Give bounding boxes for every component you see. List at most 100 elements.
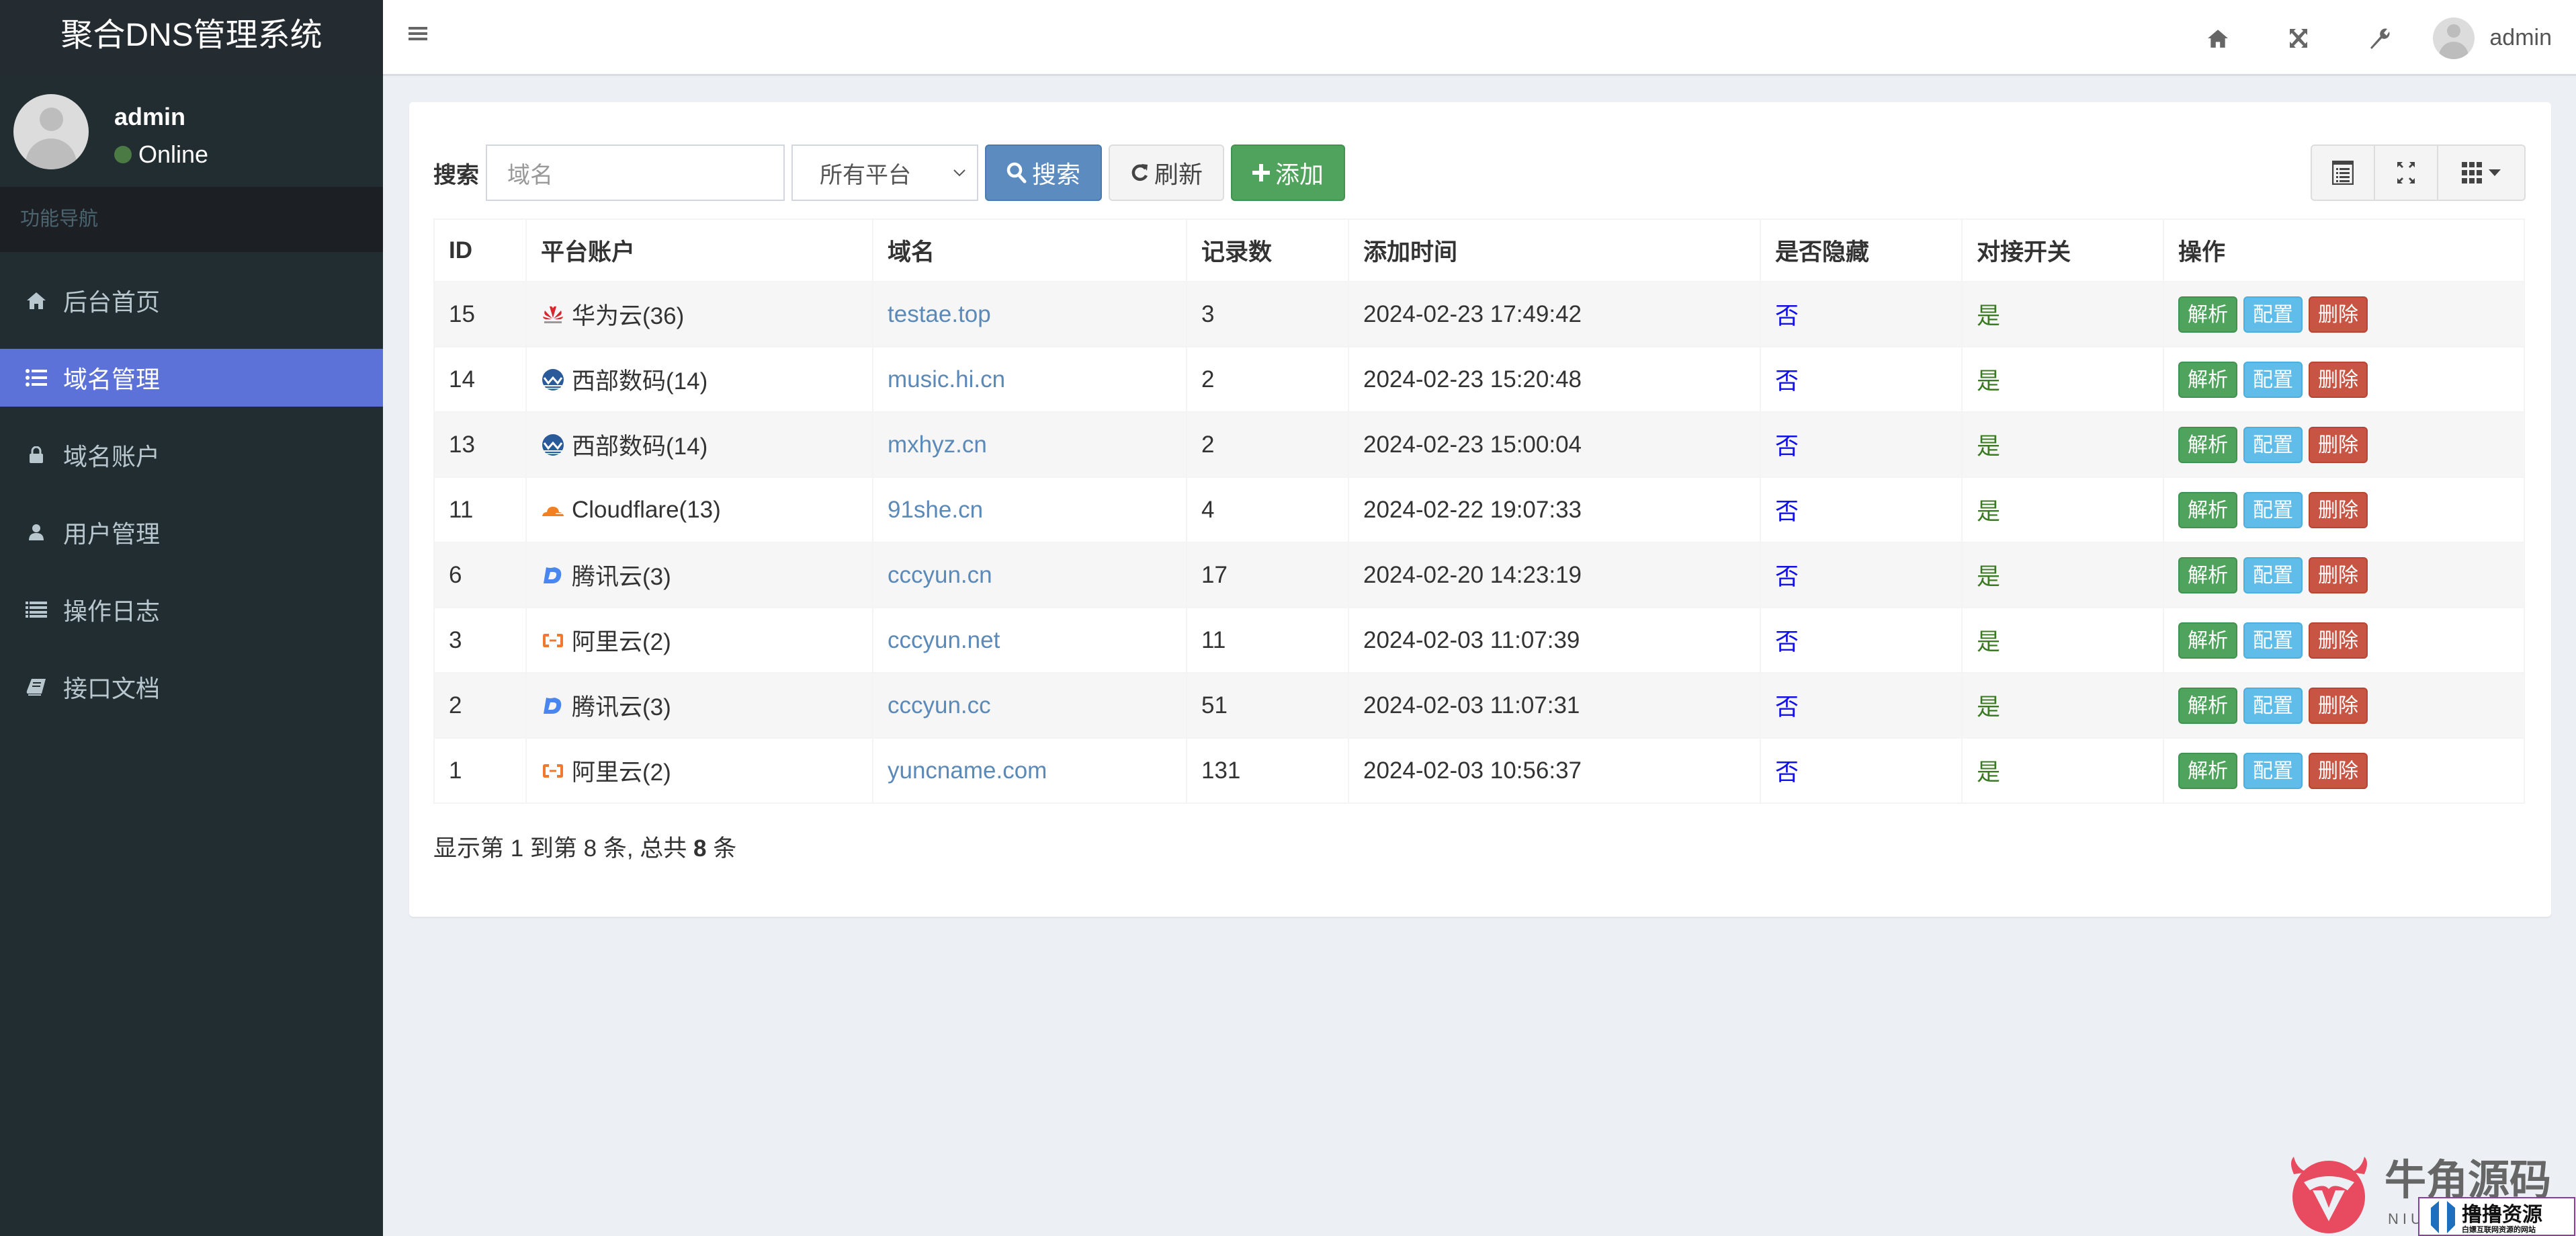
delete-button[interactable]: 删除 [2309, 361, 2368, 398]
column-header-domain[interactable]: 域名 [872, 218, 1187, 282]
column-header-platform[interactable]: 平台账户 [525, 218, 873, 282]
hidden-toggle[interactable]: 否 [1775, 759, 1799, 786]
hidden-toggle[interactable]: 否 [1775, 694, 1799, 720]
cell-platform: 西部数码(14) [525, 346, 873, 413]
enabled-toggle[interactable]: 是 [1977, 303, 2000, 329]
hamburger-icon [409, 27, 427, 40]
resolve-button[interactable]: 解析 [2178, 491, 2237, 528]
column-header-enabled[interactable]: 对接开关 [1961, 218, 2164, 282]
platform-account: 阿里云(2) [572, 629, 671, 655]
delete-button[interactable]: 删除 [2309, 687, 2368, 724]
resolve-button[interactable]: 解析 [2178, 687, 2237, 724]
domain-link[interactable]: cccyun.cn [888, 562, 992, 588]
sidebar-item-user-management[interactable]: 用户管理 [0, 503, 383, 561]
fullscreen-table-button[interactable] [2375, 146, 2438, 200]
search-button[interactable]: 搜索 [985, 145, 1103, 201]
config-button[interactable]: 配置 [2243, 752, 2303, 789]
resolve-button[interactable]: 解析 [2178, 426, 2237, 463]
table-row: 6 腾讯云(3) cccyun.cn 17 2024-02-20 14:23:19 否 是 解… [433, 542, 2525, 608]
list-icon [24, 366, 48, 390]
caret-down-icon [2489, 169, 2501, 176]
domain-link[interactable]: mxhyz.cn [888, 431, 987, 458]
resolve-button[interactable]: 解析 [2178, 361, 2237, 398]
table-body: 15 华为云(36) testae.top 3 2024-02-23 17:49:42 否… [433, 281, 2525, 804]
config-button[interactable]: 配置 [2243, 622, 2303, 659]
cell-id: 11 [433, 477, 527, 543]
cell-records: 2 [1186, 411, 1349, 478]
hidden-toggle[interactable]: 否 [1775, 368, 1799, 395]
domain-link[interactable]: music.hi.cn [888, 366, 1005, 393]
config-button[interactable]: 配置 [2243, 491, 2303, 528]
cell-records: 2 [1186, 346, 1349, 413]
domain-link[interactable]: cccyun.net [888, 627, 1000, 653]
resolve-button[interactable]: 解析 [2178, 752, 2237, 789]
fullscreen-button[interactable] [2258, 0, 2339, 76]
sidebar-item-dashboard[interactable]: 后台首页 [0, 272, 383, 329]
column-header-records[interactable]: 记录数 [1186, 218, 1349, 282]
cell-domain: cccyun.net [872, 607, 1187, 673]
config-button[interactable]: 配置 [2243, 296, 2303, 333]
cell-id: 2 [433, 672, 527, 739]
enabled-toggle[interactable]: 是 [1977, 629, 2000, 655]
domain-search-input[interactable]: 域名 [486, 145, 785, 201]
resolve-button[interactable]: 解析 [2178, 557, 2237, 593]
add-domain-button[interactable]: 添加 [1231, 145, 1346, 201]
column-header-hidden[interactable]: 是否隐藏 [1760, 218, 1963, 282]
enabled-toggle[interactable]: 是 [1977, 368, 2000, 395]
cell-added-time: 2024-02-20 14:23:19 [1348, 542, 1761, 608]
delete-button[interactable]: 删除 [2309, 296, 2368, 333]
config-button[interactable]: 配置 [2243, 557, 2303, 593]
columns-dropdown-button[interactable] [2438, 146, 2524, 200]
platform-account: 阿里云(2) [572, 759, 671, 786]
enabled-toggle[interactable]: 是 [1977, 434, 2000, 460]
hidden-toggle[interactable]: 否 [1775, 303, 1799, 329]
domain-link[interactable]: cccyun.cc [888, 692, 991, 718]
user-menu[interactable]: admin [2419, 0, 2576, 76]
sidebar-item-domain-accounts[interactable]: 域名账户 [0, 426, 383, 484]
hidden-toggle[interactable]: 否 [1775, 434, 1799, 460]
sidebar-item-domain-management[interactable]: 域名管理 [0, 349, 383, 407]
hidden-toggle[interactable]: 否 [1775, 629, 1799, 655]
cell-id: 1 [433, 737, 527, 804]
resolve-button[interactable]: 解析 [2178, 296, 2237, 333]
cell-platform: 阿里云(2) [525, 607, 873, 673]
toggle-view-button[interactable] [2312, 146, 2375, 200]
config-button[interactable]: 配置 [2243, 361, 2303, 398]
sidebar-item-operation-logs[interactable]: 操作日志 [0, 581, 383, 638]
book-icon [24, 675, 48, 699]
domain-link[interactable]: yuncname.com [888, 757, 1047, 784]
hidden-toggle[interactable]: 否 [1775, 564, 1799, 590]
delete-button[interactable]: 删除 [2309, 491, 2368, 528]
delete-button[interactable]: 删除 [2309, 426, 2368, 463]
cell-id: 14 [433, 346, 527, 413]
sidebar-item-api-docs[interactable]: 接口文档 [0, 658, 383, 716]
column-header-id[interactable]: ID [433, 218, 527, 282]
plus-icon [1252, 163, 1271, 182]
cell-hidden: 否 [1760, 477, 1963, 543]
platform-select[interactable]: 所有平台 [791, 145, 978, 201]
domain-link[interactable]: 91she.cn [888, 497, 983, 523]
sidebar-toggle-button[interactable] [407, 24, 429, 46]
pagination-info: 显示第 1 到第 8 条, 总共 8 条 [433, 829, 736, 864]
hidden-toggle[interactable]: 否 [1775, 499, 1799, 525]
platform-account: Cloudflare(13) [572, 496, 721, 523]
config-button[interactable]: 配置 [2243, 687, 2303, 724]
user-icon [24, 520, 48, 544]
enabled-toggle[interactable]: 是 [1977, 564, 2000, 590]
column-header-added-time[interactable]: 添加时间 [1348, 218, 1761, 282]
enabled-toggle[interactable]: 是 [1977, 499, 2000, 525]
column-header-actions: 操作 [2163, 218, 2525, 282]
enabled-toggle[interactable]: 是 [1977, 694, 2000, 720]
refresh-button[interactable]: 刷新 [1109, 145, 1225, 201]
cell-hidden: 否 [1760, 672, 1963, 739]
delete-button[interactable]: 删除 [2309, 752, 2368, 789]
delete-button[interactable]: 删除 [2309, 622, 2368, 659]
config-button[interactable]: 配置 [2243, 426, 2303, 463]
settings-button[interactable] [2339, 0, 2419, 76]
domain-link[interactable]: testae.top [888, 301, 991, 327]
table-header-row: ID 平台账户 域名 记录数 添加时间 是否隐藏 对接开关 操作 [433, 218, 2525, 282]
enabled-toggle[interactable]: 是 [1977, 759, 2000, 786]
delete-button[interactable]: 删除 [2309, 557, 2368, 593]
home-button[interactable] [2178, 0, 2258, 76]
resolve-button[interactable]: 解析 [2178, 622, 2237, 659]
